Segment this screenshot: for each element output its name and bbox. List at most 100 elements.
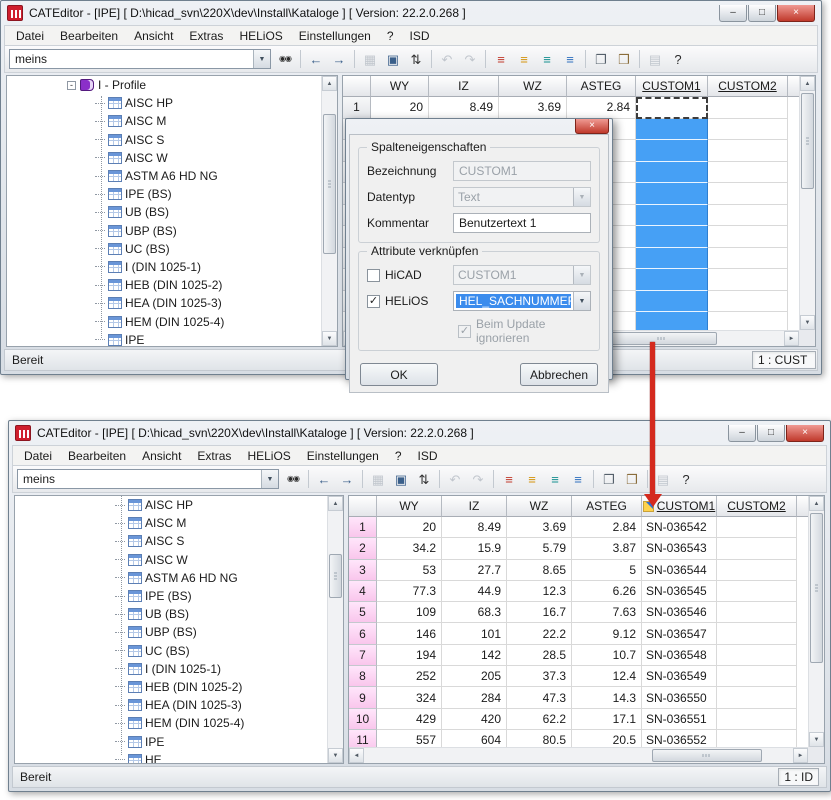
tree-item[interactable]: HEB (DIN 1025-2) xyxy=(7,276,321,294)
row-number-cell[interactable]: 4 xyxy=(349,581,377,602)
column-header-custom2[interactable]: CUSTOM2 xyxy=(708,76,788,97)
tree-item[interactable]: AISC HP xyxy=(7,94,321,112)
scroll-down-icon[interactable]: ▼ xyxy=(800,315,815,330)
cell-custom2[interactable] xyxy=(717,666,797,687)
row-number-cell[interactable]: 6 xyxy=(349,623,377,644)
menu-item[interactable]: Ansicht xyxy=(134,447,189,465)
catalog-combobox[interactable]: meins ▼ xyxy=(9,49,271,69)
tree-item[interactable]: UC (BS) xyxy=(7,240,321,258)
cell-iz[interactable]: 205 xyxy=(442,666,507,687)
cell-custom2[interactable] xyxy=(717,560,797,581)
redo-icon[interactable]: ↷ xyxy=(460,49,480,69)
row-number-cell[interactable]: 9 xyxy=(349,687,377,708)
row-number-cell[interactable]: 2 xyxy=(349,538,377,559)
scroll-right-icon[interactable]: ► xyxy=(784,331,799,346)
cell-wz[interactable]: 37.3 xyxy=(507,666,572,687)
tree-item[interactable]: IPE (BS) xyxy=(15,587,327,605)
tree-item[interactable]: AISC S xyxy=(7,131,321,149)
cell-wz[interactable]: 8.65 xyxy=(507,560,572,581)
row-number-cell[interactable]: 5 xyxy=(349,602,377,623)
add-dataset-blue-icon[interactable]: ≡ xyxy=(568,469,588,489)
minimize-button[interactable]: – xyxy=(728,425,756,442)
scroll-left-icon[interactable]: ◄ xyxy=(349,748,364,763)
cell-custom1[interactable]: SN-036548 xyxy=(642,645,717,666)
menu-item[interactable]: Einstellungen xyxy=(299,447,387,465)
selected-column-cell[interactable] xyxy=(636,226,708,248)
selected-column-cell[interactable] xyxy=(636,205,708,227)
nav-back-icon[interactable]: ← xyxy=(306,49,326,69)
cell-custom2[interactable] xyxy=(717,602,797,623)
cell-custom1[interactable]: SN-036544 xyxy=(642,560,717,581)
empty-cell[interactable] xyxy=(708,162,788,184)
cell-custom1[interactable]: SN-036542 xyxy=(642,517,717,538)
selected-column-cell[interactable] xyxy=(636,119,708,141)
collapse-icon[interactable]: - xyxy=(67,81,76,90)
scroll-down-icon[interactable]: ▼ xyxy=(809,732,824,747)
tree-scrollbar[interactable]: ▲ ▼ xyxy=(327,496,343,763)
selected-column-cell[interactable] xyxy=(636,140,708,162)
maximize-button[interactable]: □ xyxy=(748,5,776,22)
title-bar[interactable]: CATEditor - [IPE] [ D:\hicad_svn\220X\de… xyxy=(12,421,827,445)
column-header-custom2[interactable]: CUSTOM2 xyxy=(717,496,797,517)
column-header-iz[interactable]: IZ xyxy=(442,496,507,517)
cell-iz[interactable]: 44.9 xyxy=(442,581,507,602)
nav-forward-icon[interactable]: → xyxy=(337,469,357,489)
cell-wy[interactable]: 53 xyxy=(377,560,442,581)
cell-iz[interactable]: 68.3 xyxy=(442,602,507,623)
row-number-cell[interactable]: 3 xyxy=(349,560,377,581)
cell-custom1[interactable]: SN-036546 xyxy=(642,602,717,623)
cell-wy[interactable]: 34.2 xyxy=(377,538,442,559)
cell-wy[interactable]: 77.3 xyxy=(377,581,442,602)
print-icon[interactable]: ▤ xyxy=(645,49,665,69)
selected-column-cell[interactable] xyxy=(636,162,708,184)
tree-item[interactable]: HEA (DIN 1025-3) xyxy=(15,696,327,714)
cell-wz[interactable]: 62.2 xyxy=(507,709,572,730)
tree-item[interactable]: AISC W xyxy=(15,551,327,569)
cell-asteg[interactable]: 2.84 xyxy=(567,97,636,119)
menu-item[interactable]: HELiOS xyxy=(239,447,298,465)
empty-cell[interactable] xyxy=(708,269,788,291)
column-header-asteg[interactable]: ASTEG xyxy=(567,76,636,97)
tree-item[interactable]: HEA (DIN 1025-3) xyxy=(7,294,321,312)
scroll-thumb[interactable] xyxy=(810,513,823,663)
selected-column-cell[interactable] xyxy=(636,183,708,205)
cell-asteg[interactable]: 6.26 xyxy=(572,581,642,602)
menu-item[interactable]: Extras xyxy=(181,27,231,45)
tree-item[interactable]: ASTM A6 HD NG xyxy=(7,167,321,185)
add-dataset-red-icon[interactable]: ≡ xyxy=(499,469,519,489)
selected-column-cell[interactable] xyxy=(636,291,708,313)
cell-asteg[interactable]: 10.7 xyxy=(572,645,642,666)
cell-asteg[interactable]: 5 xyxy=(572,560,642,581)
scroll-down-icon[interactable]: ▼ xyxy=(328,748,343,763)
cell-wz[interactable]: 5.79 xyxy=(507,538,572,559)
cell-iz[interactable]: 27.7 xyxy=(442,560,507,581)
menu-item[interactable]: Extras xyxy=(189,447,239,465)
tree-item[interactable]: AISC M xyxy=(15,514,327,532)
column-header-wy[interactable]: WY xyxy=(371,76,429,97)
undo-icon[interactable]: ↶ xyxy=(445,469,465,489)
tree-item[interactable]: IPE xyxy=(15,732,327,750)
dialog-close-button[interactable]: × xyxy=(575,119,609,134)
cell-wy[interactable]: 20 xyxy=(377,517,442,538)
help-icon[interactable]: ? xyxy=(676,469,696,489)
tree-item[interactable]: AISC S xyxy=(15,532,327,550)
find-binoculars-icon[interactable]: ◉◉ xyxy=(283,469,303,489)
scroll-up-icon[interactable]: ▲ xyxy=(800,76,815,91)
renumber-icon[interactable]: ⇅ xyxy=(414,469,434,489)
cell-iz[interactable]: 420 xyxy=(442,709,507,730)
row-number-cell[interactable]: 7 xyxy=(349,645,377,666)
combobox-dropdown-icon[interactable]: ▼ xyxy=(261,470,278,488)
tree-scrollbar[interactable]: ▲ ▼ xyxy=(321,76,337,346)
hicad-checkbox[interactable] xyxy=(367,269,380,282)
scroll-down-icon[interactable]: ▼ xyxy=(322,331,337,346)
tree-item[interactable]: I (DIN 1025-1) xyxy=(7,258,321,276)
tree-item[interactable]: ASTM A6 HD NG xyxy=(15,569,327,587)
nav-back-icon[interactable]: ← xyxy=(314,469,334,489)
cell-iz[interactable]: 284 xyxy=(442,687,507,708)
table-hscrollbar[interactable]: ◄ ► xyxy=(349,747,808,763)
cell-wy[interactable]: 194 xyxy=(377,645,442,666)
print-icon[interactable]: ▤ xyxy=(653,469,673,489)
selected-column-cell[interactable] xyxy=(636,248,708,270)
find-binoculars-icon[interactable]: ◉◉ xyxy=(275,49,295,69)
empty-cell[interactable] xyxy=(708,205,788,227)
